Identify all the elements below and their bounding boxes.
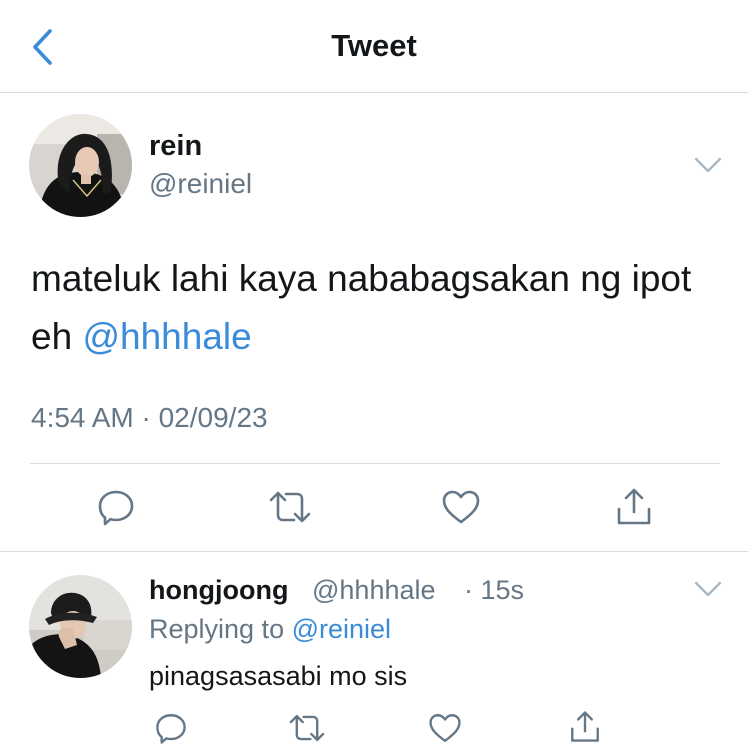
reply-options-button[interactable] [690,577,726,601]
divider [30,463,720,464]
chevron-down-icon [694,581,722,597]
share-icon [617,488,651,525]
reply-time: · 15s [464,575,525,605]
top-bar: Tweet [0,0,748,93]
reply-icon [98,490,134,526]
reply-reply-button[interactable] [152,711,190,745]
tweet-timestamp: 4:54 AM · 02/09/23 [31,402,268,433]
reply-icon [156,714,186,744]
retweet-icon [289,714,325,742]
reply-author-name[interactable]: hongjoong [149,575,288,606]
reply-like-button[interactable] [425,711,465,745]
mention-link[interactable]: @hhhhale [82,316,251,357]
share-button[interactable] [612,485,656,529]
reply-text: pinagsasasabi mo sis [149,661,408,691]
reply-button[interactable] [94,485,138,529]
like-button[interactable] [438,485,484,529]
share-icon [571,711,599,742]
like-icon [442,490,480,524]
retweet-button[interactable] [266,485,314,529]
author-name[interactable]: rein [149,130,202,163]
like-icon [429,714,461,742]
page-title: Tweet [331,28,417,63]
tweet-options-button[interactable] [690,153,726,177]
author-handle[interactable]: @reiniel [149,168,252,200]
tweet-text: mateluk lahi kaya nababagsakan ng ipot e… [31,250,721,366]
retweet-icon [269,491,311,523]
replying-to-link[interactable]: @reiniel [292,614,391,644]
avatar[interactable] [29,114,132,217]
section-divider [0,551,748,552]
replying-prefix: Replying to [149,614,292,644]
replying-to: Replying to @reiniel [149,614,391,645]
reply-share-button[interactable] [566,709,604,745]
reply-retweet-button[interactable] [286,711,328,745]
reply-avatar[interactable] [29,575,132,678]
chevron-down-icon [694,157,722,173]
reply-author-handle[interactable]: @hhhhale [312,575,436,606]
